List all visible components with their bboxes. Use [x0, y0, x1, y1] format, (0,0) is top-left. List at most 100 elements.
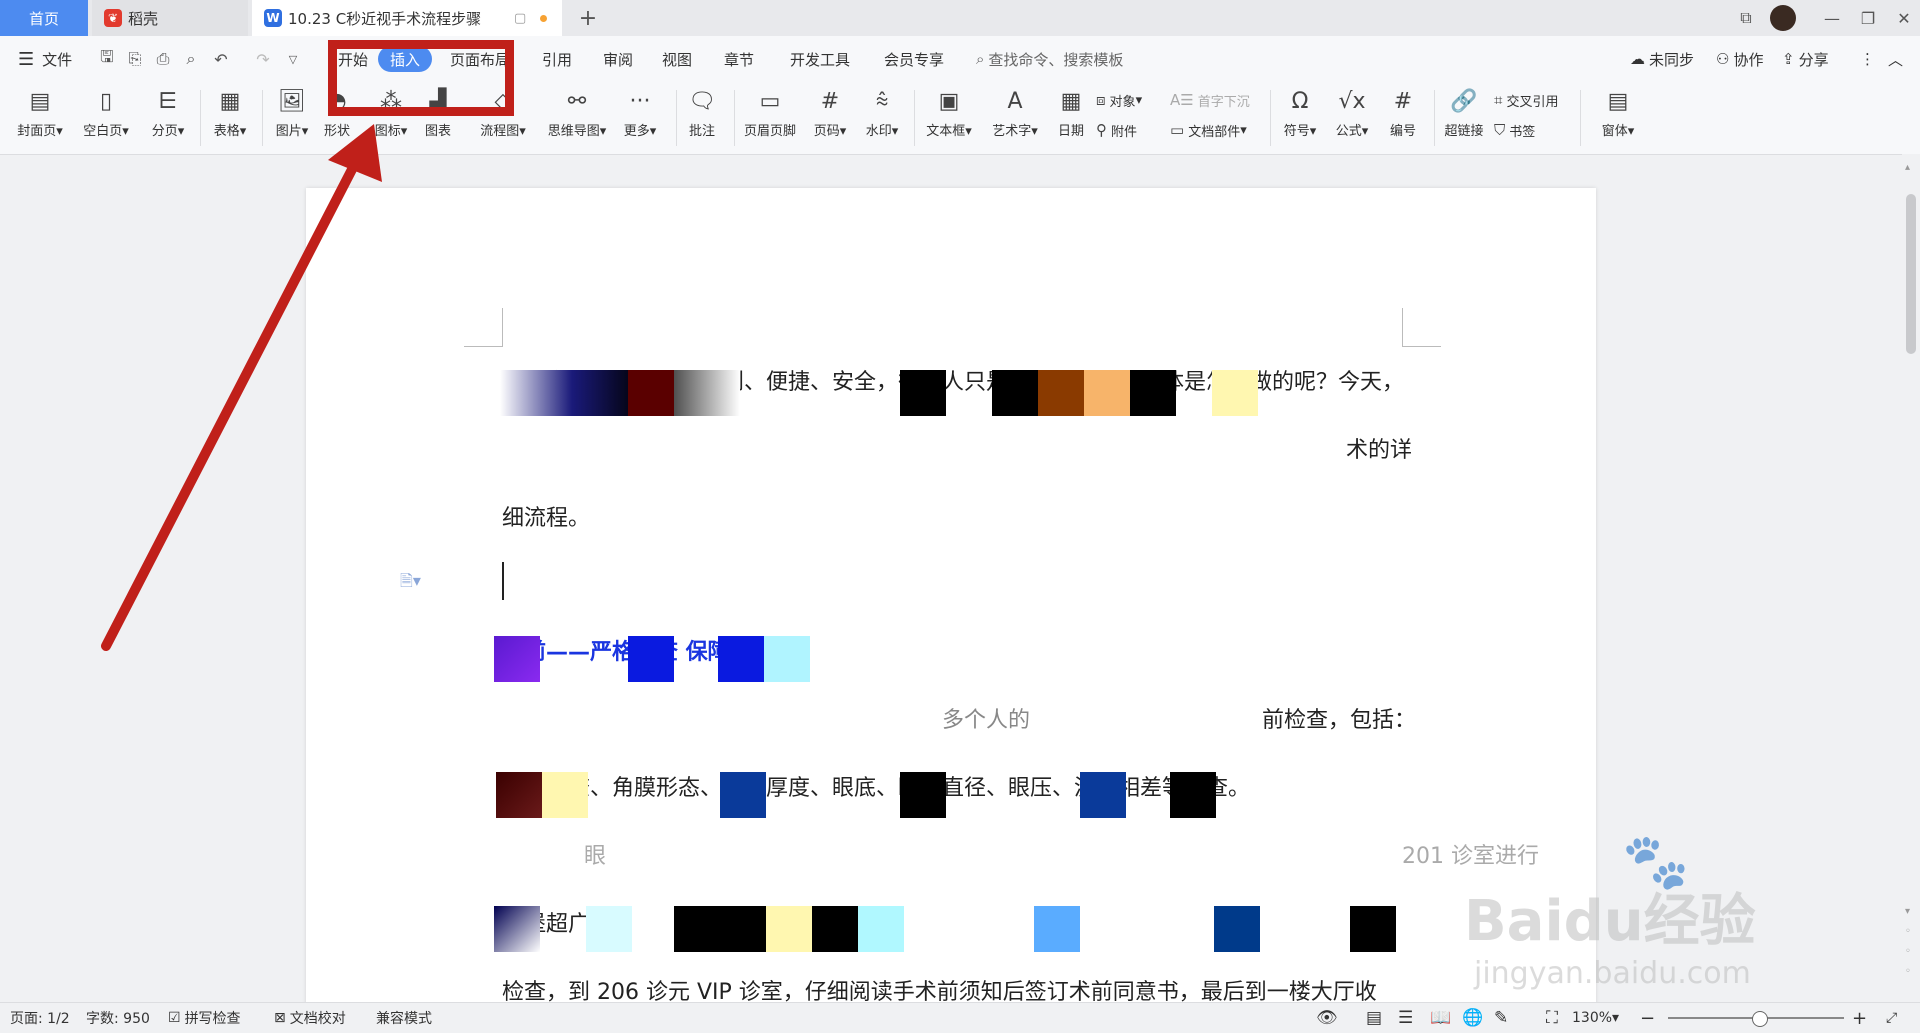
blank-page-icon: ▯: [99, 88, 113, 114]
page-count-icon[interactable]: ⧉: [1734, 6, 1758, 30]
document-page[interactable]: 都说全飞秒近视手术微创、便捷、安全，很多人只是听说过，但是具体是怎么做的呢？今天…: [306, 188, 1596, 1008]
checkbox-icon: ☑: [168, 1010, 181, 1026]
file-menu[interactable]: ☰ 文件: [18, 36, 72, 82]
tab-daoke[interactable]: ❦ 稻壳: [92, 0, 248, 36]
menu-view[interactable]: 视图: [662, 36, 692, 82]
doc-line-6[interactable]: 眼压检查、角膜形态、角膜厚度、眼底、瞳孔直径、眼压、波前相差等检查。: [502, 770, 1250, 802]
pen-icon[interactable]: ✎: [1494, 1003, 1508, 1033]
cross-reference-button[interactable]: ⌗ 交叉引用: [1494, 88, 1558, 112]
minimize-icon[interactable]: —: [1820, 6, 1844, 30]
zoom-slider-handle[interactable]: [1752, 1011, 1768, 1027]
prev-page-icon[interactable]: ◦: [1905, 926, 1911, 937]
save-icon[interactable]: 🖫: [96, 47, 118, 70]
comment-button[interactable]: 🗨 批注: [676, 86, 728, 150]
paragraph-format-icon[interactable]: 🗎▾: [400, 570, 421, 597]
redo-icon[interactable]: ↷: [252, 48, 274, 70]
flowchart-label: 流程图: [480, 124, 520, 139]
vertical-scrollbar[interactable]: ▴ ▾ ◦ ◦ ◦: [1902, 154, 1920, 992]
avatar[interactable]: [1770, 5, 1796, 31]
textbox-button[interactable]: ▣ 文本框▾: [918, 86, 980, 150]
form-button[interactable]: ▤ 窗体▾: [1592, 86, 1644, 150]
web-view-icon[interactable]: 🌐: [1462, 1003, 1483, 1033]
command-search[interactable]: ⌕ 查找命令、搜索模板: [976, 36, 1123, 82]
print-preview-icon[interactable]: ⌕: [180, 48, 202, 70]
doc-line-5-mid[interactable]: 多个人的: [942, 702, 1030, 734]
mindmap-button[interactable]: ⚯ 思维导图▾: [540, 86, 614, 150]
undo-icon[interactable]: ↶: [210, 48, 232, 70]
date-button[interactable]: ▦ 日期: [1046, 86, 1096, 150]
share-button[interactable]: ⇪ 分享: [1782, 36, 1829, 82]
redaction-block: [812, 906, 858, 952]
page-view-icon[interactable]: ▤: [1366, 1003, 1382, 1033]
header-footer-button[interactable]: ▭ 页眉页脚: [738, 86, 802, 150]
table-button[interactable]: ▦ 表格▾: [202, 86, 258, 150]
wps-writer-icon: W: [264, 9, 282, 27]
object-button[interactable]: ⧈ 对象 ▾: [1096, 88, 1142, 112]
more-options-icon[interactable]: ⋮: [1860, 36, 1875, 82]
print-icon[interactable]: ⎙: [152, 48, 174, 70]
tab-home[interactable]: 首页: [0, 0, 88, 36]
cross-reference-label: 交叉引用: [1506, 94, 1559, 110]
word-count[interactable]: 字数: 950: [86, 1003, 150, 1033]
menu-dev-tools[interactable]: 开发工具: [790, 36, 850, 82]
unsaved-indicator: [540, 15, 547, 22]
select-browse-icon[interactable]: ◦: [1905, 946, 1911, 957]
doc-parts-button[interactable]: ▭ 文档部件 ▾: [1170, 118, 1247, 142]
symbol-button[interactable]: Ω 符号▾: [1274, 86, 1326, 150]
collaborate-button[interactable]: ⚇ 协作: [1716, 36, 1763, 82]
page-indicator[interactable]: 页面: 1/2: [10, 1003, 70, 1033]
bookmark-button[interactable]: ⛉ 书签: [1494, 118, 1535, 142]
hyperlink-button[interactable]: 🔗 超链接: [1436, 86, 1492, 150]
export-pdf-icon[interactable]: ⎘: [124, 48, 146, 70]
spell-check-button[interactable]: ☑ 拼写检查: [168, 1003, 241, 1033]
cover-page-button[interactable]: ▤ 封面页▾: [12, 86, 68, 150]
menu-chapter[interactable]: 章节: [724, 36, 754, 82]
textbox-label: 文本框: [926, 124, 966, 139]
page-break-button[interactable]: ⋿ 分页▾: [140, 86, 196, 150]
blank-page-button[interactable]: ▯ 空白页▾: [78, 86, 134, 150]
menu-reference[interactable]: 引用: [542, 36, 572, 82]
numbering-label: 编号: [1389, 124, 1416, 139]
compat-mode: 兼容模式: [376, 1011, 432, 1027]
more-button[interactable]: ··· 更多▾: [614, 86, 666, 150]
redaction-block: [900, 772, 946, 818]
customize-toolbar-icon[interactable]: ▽: [282, 48, 304, 70]
close-tab-icon[interactable]: ▢: [514, 11, 526, 26]
next-page-icon[interactable]: ◦: [1905, 966, 1911, 977]
attachment-button[interactable]: ⚲ 附件: [1096, 118, 1137, 142]
ribbon-separator: [734, 90, 735, 146]
zoom-level[interactable]: 130% ▾: [1572, 1003, 1619, 1033]
numbering-button[interactable]: # 编号: [1378, 86, 1428, 150]
sync-status[interactable]: ☁ 未同步: [1630, 36, 1694, 82]
eye-protection-icon[interactable]: 👁: [1316, 1003, 1338, 1033]
fullscreen-icon[interactable]: ⤢: [1886, 1003, 1897, 1033]
menu-member[interactable]: 会员专享: [884, 36, 944, 82]
reading-view-icon[interactable]: 📖: [1430, 1003, 1451, 1033]
restore-icon[interactable]: ❐: [1856, 6, 1880, 30]
menu-review[interactable]: 审阅: [603, 36, 633, 82]
ribbon-separator: [200, 90, 201, 146]
formula-button[interactable]: √x 公式▾: [1326, 86, 1378, 150]
tab-home-label: 首页: [28, 9, 59, 28]
doc-line-7-mid[interactable]: 眼: [584, 838, 606, 870]
blank-page-label: 空白页: [83, 124, 123, 139]
scroll-down-icon[interactable]: ▾: [1905, 906, 1910, 917]
collapse-ribbon-icon[interactable]: ︿: [1888, 36, 1903, 82]
fit-page-icon[interactable]: ⛶: [1546, 1003, 1558, 1033]
doc-line-5-end[interactable]: 前检查，包括：: [1262, 702, 1416, 734]
page-number-button[interactable]: # 页码▾: [804, 86, 856, 150]
drop-cap-button[interactable]: A☰ 首字下沉: [1170, 88, 1250, 112]
doc-line-2-end[interactable]: 术的详: [1346, 432, 1412, 464]
new-tab-button[interactable]: +: [574, 4, 602, 32]
zoom-out-icon[interactable]: −: [1640, 1003, 1655, 1033]
close-window-icon[interactable]: ✕: [1892, 6, 1916, 30]
outline-view-icon[interactable]: ☰: [1398, 1003, 1413, 1033]
scroll-up-icon[interactable]: ▴: [1905, 162, 1910, 173]
doc-proof-button[interactable]: ⊠ 文档校对: [274, 1003, 346, 1033]
zoom-in-icon[interactable]: +: [1852, 1003, 1867, 1033]
insert-ribbon: ▤ 封面页▾ ▯ 空白页▾ ⋿ 分页▾ ▦ 表格▾ 🖼 图片▾ ◔ 形状 ⁂ 图标▾ ▟ 图表 …: [0, 82, 1920, 155]
watermark-button[interactable]: ⩯ 水印▾: [856, 86, 908, 150]
wordart-button[interactable]: A 艺术字▾: [984, 86, 1046, 150]
scrollbar-thumb[interactable]: [1906, 194, 1916, 354]
doc-line-3[interactable]: 细流程。: [502, 500, 590, 532]
